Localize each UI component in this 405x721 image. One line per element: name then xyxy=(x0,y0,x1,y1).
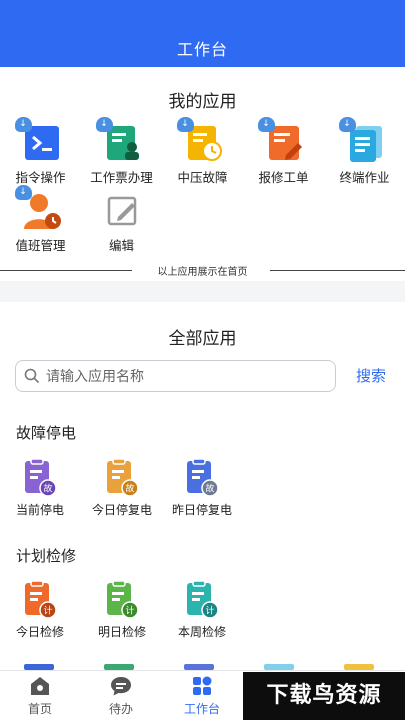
fault-badge: 故 xyxy=(205,483,214,495)
ticket-user-icon: ↓ xyxy=(95,117,142,163)
person-clock-icon: ↓ xyxy=(14,185,61,231)
my-apps-panel: 我的应用 ↓ 指令操作 ↓ 工作票办理 ↓ 中压故障 ↓ 报修工单 ↓ 终端作业… xyxy=(0,67,405,281)
app-week-maintenance[interactable]: 计 本周检修 xyxy=(166,580,238,640)
fault-doc-icon: 故 xyxy=(104,458,140,498)
nav-label: 工作台 xyxy=(183,702,220,716)
search-button[interactable]: 搜索 xyxy=(356,365,386,386)
fault-doc-icon: 故 xyxy=(22,458,58,498)
app-duty-management[interactable]: ↓ 值班管理 xyxy=(0,185,81,254)
app-today-outage-restore[interactable]: 故 今日停复电 xyxy=(86,458,158,518)
app-label: 今日检修 xyxy=(15,625,64,639)
download-icon: ↓ xyxy=(257,117,275,132)
nav-label: 待办 xyxy=(108,702,133,716)
home-icon xyxy=(29,675,51,697)
divider-line-right xyxy=(270,270,405,271)
nav-workbench[interactable]: 工作台 xyxy=(162,675,242,717)
doc-stack-icon: ↓ xyxy=(338,117,385,163)
app-label: 中压故障 xyxy=(177,170,228,185)
app-today-maintenance[interactable]: 计 今日检修 xyxy=(4,580,76,640)
app-repair-order[interactable]: ↓ 报修工单 xyxy=(243,117,324,186)
search-input[interactable] xyxy=(44,365,328,389)
download-icon: ↓ xyxy=(14,117,32,132)
search-box[interactable] xyxy=(15,360,336,392)
nav-todo[interactable]: 待办 xyxy=(81,675,161,717)
all-apps-title: 全部应用 xyxy=(168,329,237,349)
search-icon xyxy=(24,368,40,384)
app-label: 终端作业 xyxy=(339,170,390,185)
chat-icon xyxy=(110,675,132,697)
fault-badge: 故 xyxy=(43,483,52,495)
app-yesterday-outage-restore[interactable]: 故 昨日停复电 xyxy=(166,458,238,518)
download-icon: ↓ xyxy=(338,117,356,132)
plan-badge: 计 xyxy=(205,605,214,617)
home-display-divider: 以上应用展示在首页 xyxy=(0,263,405,278)
grid-icon xyxy=(191,675,213,697)
app-header: 工作台 xyxy=(0,0,405,67)
my-apps-title: 我的应用 xyxy=(168,92,237,112)
app-terminal-work[interactable]: ↓ 终端作业 xyxy=(324,117,405,186)
app-label: 报修工单 xyxy=(258,170,309,185)
app-label: 当前停电 xyxy=(15,503,64,517)
all-apps-panel: 全部应用 搜索 故障停电 故 当前停电 xyxy=(0,302,405,670)
app-label: 编辑 xyxy=(108,238,134,253)
app-label: 指令操作 xyxy=(15,170,66,185)
plan-doc-icon: 计 xyxy=(104,580,140,620)
fault-doc-icon: 故 xyxy=(184,458,220,498)
plan-doc-icon: 计 xyxy=(184,580,220,620)
plan-badge: 计 xyxy=(43,605,52,617)
fault-badge: 故 xyxy=(125,483,134,495)
app-label: 本周检修 xyxy=(177,625,226,639)
app-command-operation[interactable]: ↓ 指令操作 xyxy=(0,117,81,186)
app-current-outage[interactable]: 故 当前停电 xyxy=(4,458,76,518)
edit-icon xyxy=(102,191,142,231)
app-label: 明日检修 xyxy=(97,625,146,639)
download-icon: ↓ xyxy=(176,117,194,132)
app-label: 值班管理 xyxy=(15,238,66,253)
group-title-planned-maintenance: 计划检修 xyxy=(16,547,77,565)
app-label: 昨日停复电 xyxy=(171,503,232,517)
nav-home[interactable]: 首页 xyxy=(0,675,80,717)
watermark-banner: 下载鸟资源 xyxy=(243,672,405,720)
app-mv-fault[interactable]: ↓ 中压故障 xyxy=(162,117,243,186)
plan-doc-icon: 计 xyxy=(22,580,58,620)
download-icon: ↓ xyxy=(14,185,32,200)
nav-label: 首页 xyxy=(27,702,52,716)
app-tomorrow-maintenance[interactable]: 计 明日检修 xyxy=(86,580,158,640)
download-icon: ↓ xyxy=(95,117,113,132)
doc-pen-icon: ↓ xyxy=(257,117,304,163)
plan-badge: 计 xyxy=(125,605,134,617)
page-title: 工作台 xyxy=(176,40,228,59)
app-label: 工作票办理 xyxy=(90,170,153,185)
group-title-fault-outage: 故障停电 xyxy=(16,424,77,442)
app-label: 今日停复电 xyxy=(91,503,152,517)
app-work-ticket[interactable]: ↓ 工作票办理 xyxy=(81,117,162,186)
terminal-icon: ↓ xyxy=(14,117,61,163)
edit-apps-button[interactable]: 编辑 xyxy=(81,191,162,254)
clock-doc-icon: ↓ xyxy=(176,117,223,163)
